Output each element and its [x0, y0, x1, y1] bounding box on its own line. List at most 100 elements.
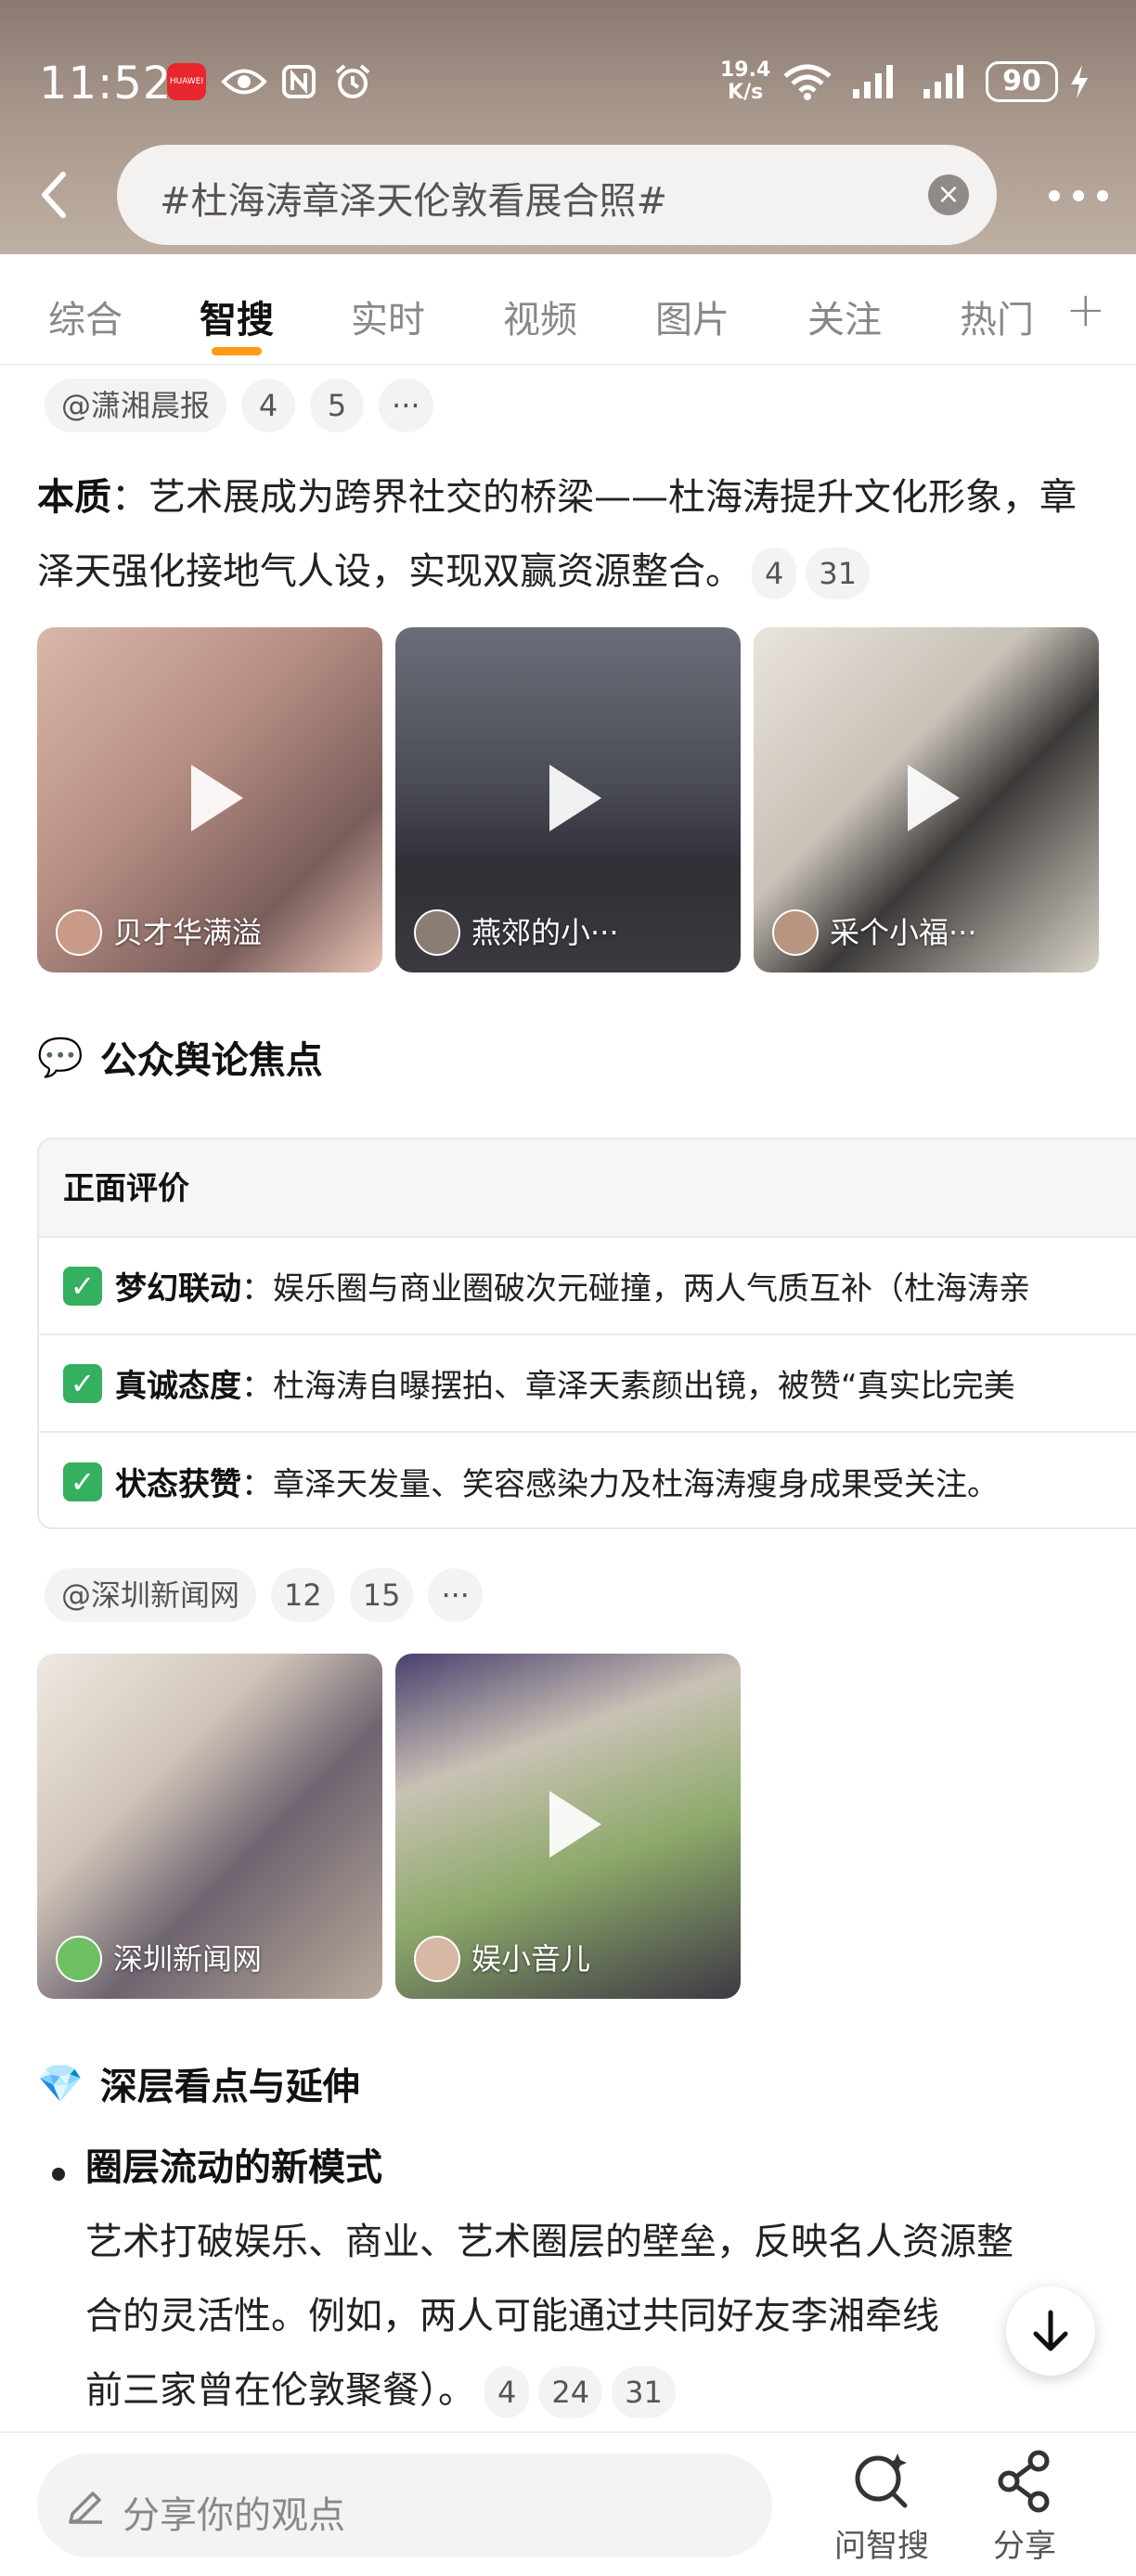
bullet-line: 前三家曾在伦敦聚餐）。: [85, 2369, 475, 2412]
checkmark-icon: ✓: [63, 1462, 102, 1501]
reference-chip[interactable]: 31: [806, 547, 871, 599]
search-query: #杜海涛章泽天伦敦看展合照#: [160, 180, 668, 223]
charging-icon: [1065, 63, 1093, 100]
clear-icon[interactable]: ×: [928, 174, 969, 215]
network-speed-unit: K/s: [728, 81, 764, 104]
row-label: 梦幻联动: [115, 1270, 241, 1307]
section-title-public-opinion: 💬 公众舆论焦点: [37, 1030, 323, 1084]
row-separator: ：: [241, 1368, 273, 1405]
play-icon: [549, 1791, 601, 1858]
opinion-table: 正面评价 ✓ 梦幻联动：娱乐圈与商业圈破次元碰撞，两人气质互补（杜海涛亲 ✓ 真…: [37, 1138, 1136, 1529]
bullet-line: 艺术打破娱乐、商业、艺术圈层的壁垒，反映名人资源整: [85, 2221, 1013, 2263]
row-text: 娱乐圈与商业圈破次元碰撞，两人气质互补（杜海涛亲: [273, 1270, 1030, 1307]
reference-chip[interactable]: 31: [612, 2366, 676, 2418]
ask-search-icon: [855, 2454, 908, 2508]
avatar: [414, 909, 460, 956]
back-button[interactable]: [35, 167, 82, 223]
bullet-line-refs: 前三家曾在伦敦聚餐）。 4 24 31: [85, 2353, 1106, 2428]
tab-video[interactable]: 视频: [503, 290, 577, 343]
section-title-text: 深层看点与延伸: [99, 2066, 360, 2108]
essence-separator: ：: [111, 476, 148, 519]
source-row: @深圳新闻网 12 15 ···: [45, 1568, 483, 1622]
bottom-bar: 分享你的观点 问智搜 分享: [0, 2431, 1136, 2576]
video-author: 深圳新闻网: [113, 1941, 263, 1977]
essence-text: 艺术展成为跨界社交的桥梁——杜海涛提升文化形象，章泽天强化接地气人设，实现双赢资…: [37, 476, 1077, 593]
pencil-icon: [69, 2492, 102, 2524]
section-title-deep-insights: 💎 深层看点与延伸: [37, 2056, 360, 2110]
share-icon: [998, 2450, 1050, 2513]
bullet-title: 圈层流动的新模式: [85, 2146, 382, 2189]
more-icon[interactable]: [1049, 182, 1108, 210]
eye-icon: [221, 63, 267, 100]
source-chip[interactable]: @潇湘晨报: [45, 379, 227, 432]
tab-hot[interactable]: 热门: [960, 290, 1034, 343]
video-author: 燕郊的小···: [471, 915, 619, 950]
add-tab-icon[interactable]: +: [1065, 282, 1106, 338]
status-bar: 11:52 HUAWEI 19.4 K/s 90: [0, 0, 1136, 139]
more-sources-button[interactable]: ···: [428, 1568, 483, 1622]
tab-pictures[interactable]: 图片: [655, 290, 729, 343]
reference-chip[interactable]: 15: [349, 1568, 414, 1622]
tab-bar: 综合 智搜 实时 视频 图片 关注 热门 +: [0, 254, 1136, 366]
reference-chip[interactable]: 4: [752, 547, 797, 599]
section-title-text: 公众舆论焦点: [99, 1039, 323, 1082]
essence-label: 本质: [37, 476, 111, 519]
avatar: [414, 1936, 460, 1982]
tab-comprehensive[interactable]: 综合: [48, 290, 123, 343]
play-icon: [191, 765, 243, 831]
source-row: @潇湘晨报 4 5 ···: [45, 379, 433, 432]
share-input-placeholder: 分享你的观点: [123, 2494, 345, 2537]
row-text: 杜海涛自曝摆拍、章泽天素颜出镜，被赞“真实比完美: [273, 1368, 1015, 1405]
play-icon: [549, 765, 601, 831]
video-thumbnail[interactable]: 深圳新闻网: [37, 1654, 382, 1999]
diamond-icon: 💎: [37, 2062, 84, 2106]
video-author: 娱小音儿: [471, 1941, 591, 1977]
tab-active-indicator: [212, 347, 262, 355]
video-thumbnail[interactable]: 燕郊的小···: [395, 627, 741, 972]
table-row: ✓ 梦幻联动：娱乐圈与商业圈破次元碰撞，两人气质互补（杜海涛亲: [39, 1238, 1136, 1335]
signal-icon-2: [921, 63, 969, 100]
video-thumbnail[interactable]: 贝才华满溢: [37, 627, 382, 972]
row-label: 真诚态度: [115, 1368, 241, 1405]
speech-bubble-icon: 💬: [37, 1036, 84, 1079]
tab-smart-search[interactable]: 智搜: [200, 290, 274, 343]
reference-chip[interactable]: 5: [310, 379, 365, 432]
scroll-down-button[interactable]: [1006, 2286, 1095, 2376]
reference-chip[interactable]: 4: [241, 379, 296, 432]
tab-realtime[interactable]: 实时: [351, 290, 425, 343]
source-chip[interactable]: @深圳新闻网: [45, 1568, 257, 1622]
table-row: ✓ 状态获赞：章泽天发量、笑容感染力及杜海涛瘦身成果受关注。: [39, 1433, 1136, 1527]
reference-chip[interactable]: 24: [538, 2366, 603, 2418]
huawei-app-icon: HUAWEI: [167, 63, 206, 100]
video-thumbnail[interactable]: 娱小音儿: [395, 1654, 741, 1999]
share-button[interactable]: 分享: [969, 2448, 1080, 2566]
tab-follow[interactable]: 关注: [807, 290, 882, 343]
bullet-body: 艺术打破娱乐、商业、艺术圈层的壁垒，反映名人资源整 合的灵活性。例如，两人可能通…: [85, 2205, 1106, 2428]
checkmark-icon: ✓: [63, 1363, 102, 1403]
network-speed-value: 19.4: [720, 58, 771, 82]
reference-chip[interactable]: 12: [271, 1568, 335, 1622]
video-author: 采个小福···: [830, 915, 977, 950]
row-separator: ：: [241, 1466, 273, 1503]
share-opinion-input[interactable]: 分享你的观点: [37, 2454, 772, 2557]
avatar: [772, 909, 819, 956]
avatar: [56, 909, 102, 956]
row-text: 章泽天发量、笑容感染力及杜海涛瘦身成果受关注。: [273, 1466, 999, 1503]
table-row: ✓ 真诚态度：杜海涛自曝摆拍、章泽天素颜出镜，被赞“真实比完美: [39, 1335, 1136, 1433]
checkmark-icon: ✓: [63, 1266, 102, 1306]
play-icon: [908, 765, 960, 831]
reference-chip[interactable]: 4: [484, 2366, 530, 2418]
share-label: 分享: [993, 2528, 1056, 2565]
network-speed: 19.4 K/s: [720, 59, 770, 104]
wifi-icon: [781, 63, 833, 100]
search-input[interactable]: #杜海涛章泽天伦敦看展合照# ×: [117, 145, 997, 245]
more-sources-button[interactable]: ···: [379, 379, 433, 432]
arrow-down-icon: [1033, 2310, 1068, 2351]
ask-smart-search-button[interactable]: 问智搜: [826, 2448, 937, 2566]
video-thumbnail[interactable]: 采个小福···: [754, 627, 1099, 972]
alarm-icon: [332, 63, 373, 100]
header: 11:52 HUAWEI 19.4 K/s 90 #杜海涛章泽天伦敦看展合照# …: [0, 0, 1136, 254]
nfc-icon: [280, 63, 317, 100]
row-label: 状态获赞: [115, 1466, 241, 1503]
avatar: [56, 1936, 102, 1982]
